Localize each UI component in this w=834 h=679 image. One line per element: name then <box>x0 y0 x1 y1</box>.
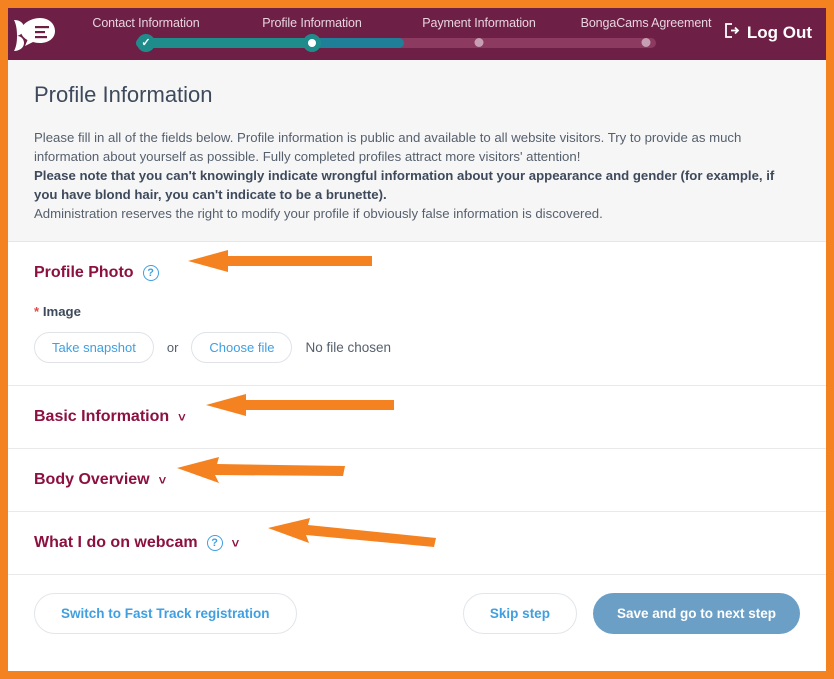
step-node-payment-information[interactable] <box>474 38 484 47</box>
intro-paragraph-2: Please note that you can't knowingly ind… <box>34 168 775 202</box>
intro-block: Profile Information Please fill in all o… <box>8 60 826 242</box>
bongacams-logo[interactable] <box>10 14 58 54</box>
footer-actions: Skip step Save and go to next step <box>462 593 800 634</box>
progress-track <box>136 38 656 48</box>
section-header-body-overview[interactable]: Body Overview ˅ <box>34 471 800 489</box>
required-asterisk: * <box>34 304 40 319</box>
step-labels: Contact Information Profile Information … <box>70 8 730 36</box>
section-title-profile-photo: Profile Photo <box>34 264 134 281</box>
section-header-profile-photo[interactable]: Profile Photo ? <box>34 264 800 282</box>
question-mark-icon[interactable]: ? <box>206 535 223 551</box>
registration-steps: Contact Information Profile Information … <box>70 8 730 60</box>
file-status-label: No file chosen <box>305 340 392 355</box>
section-body-overview: Body Overview ˅ <box>8 449 826 512</box>
logout-icon <box>723 22 740 44</box>
step-label-payment-information[interactable]: Payment Information <box>422 16 536 30</box>
section-header-basic-information[interactable]: Basic Information ˅ <box>34 408 800 426</box>
take-snapshot-button[interactable]: Take snapshot <box>34 332 154 363</box>
switch-fast-track-button[interactable]: Switch to Fast Track registration <box>34 593 297 634</box>
registration-page: Contact Information Profile Information … <box>0 0 834 679</box>
chevron-down-icon[interactable]: ˅ <box>178 410 186 425</box>
section-header-what-i-do-on-webcam[interactable]: What I do on webcam ? ˅ <box>34 534 800 552</box>
image-field-label-text: Image <box>42 304 81 319</box>
chevron-down-icon[interactable]: ˅ <box>232 536 240 551</box>
choose-file-button[interactable]: Choose file <box>191 332 293 363</box>
section-what-i-do-on-webcam: What I do on webcam ? ˅ <box>8 512 826 575</box>
intro-paragraph-3: Administration reserves the right to mod… <box>34 206 603 221</box>
page-title: Profile Information <box>34 82 213 107</box>
step-node-bongacams-agreement[interactable] <box>641 38 651 47</box>
form-footer: Switch to Fast Track registration Skip s… <box>8 575 826 652</box>
skip-step-button[interactable]: Skip step <box>462 593 577 634</box>
progress-fill-completed <box>136 38 318 48</box>
step-label-contact-information[interactable]: Contact Information <box>92 16 199 30</box>
step-label-profile-information[interactable]: Profile Information <box>262 16 362 30</box>
section-profile-photo: Profile Photo ? * Image Take snapshot or… <box>8 242 826 386</box>
section-basic-information: Basic Information ˅ <box>8 386 826 449</box>
page-header: Contact Information Profile Information … <box>8 8 826 60</box>
question-mark-icon[interactable]: ? <box>142 265 159 281</box>
or-label: or <box>166 340 179 355</box>
save-next-step-button[interactable]: Save and go to next step <box>592 593 800 634</box>
chevron-down-icon[interactable]: ˅ <box>159 473 167 488</box>
section-title-body-overview: Body Overview <box>34 471 150 488</box>
image-upload-row: Take snapshot or Choose file No file cho… <box>34 332 800 363</box>
logout-label: Log Out <box>746 23 812 42</box>
section-title-what-i-do-on-webcam: What I do on webcam <box>34 534 198 551</box>
step-node-contact-information[interactable]: ✓ <box>137 34 155 52</box>
image-field-label: * Image <box>34 304 800 319</box>
intro-paragraph-1: Please fill in all of the fields below. … <box>34 130 742 164</box>
step-node-profile-information[interactable] <box>303 34 321 52</box>
logout-button[interactable]: Log Out <box>723 22 812 44</box>
progress-fill-current <box>318 38 404 48</box>
section-title-basic-information: Basic Information <box>34 408 170 425</box>
step-label-bongacams-agreement[interactable]: BongaCams Agreement <box>581 16 712 30</box>
